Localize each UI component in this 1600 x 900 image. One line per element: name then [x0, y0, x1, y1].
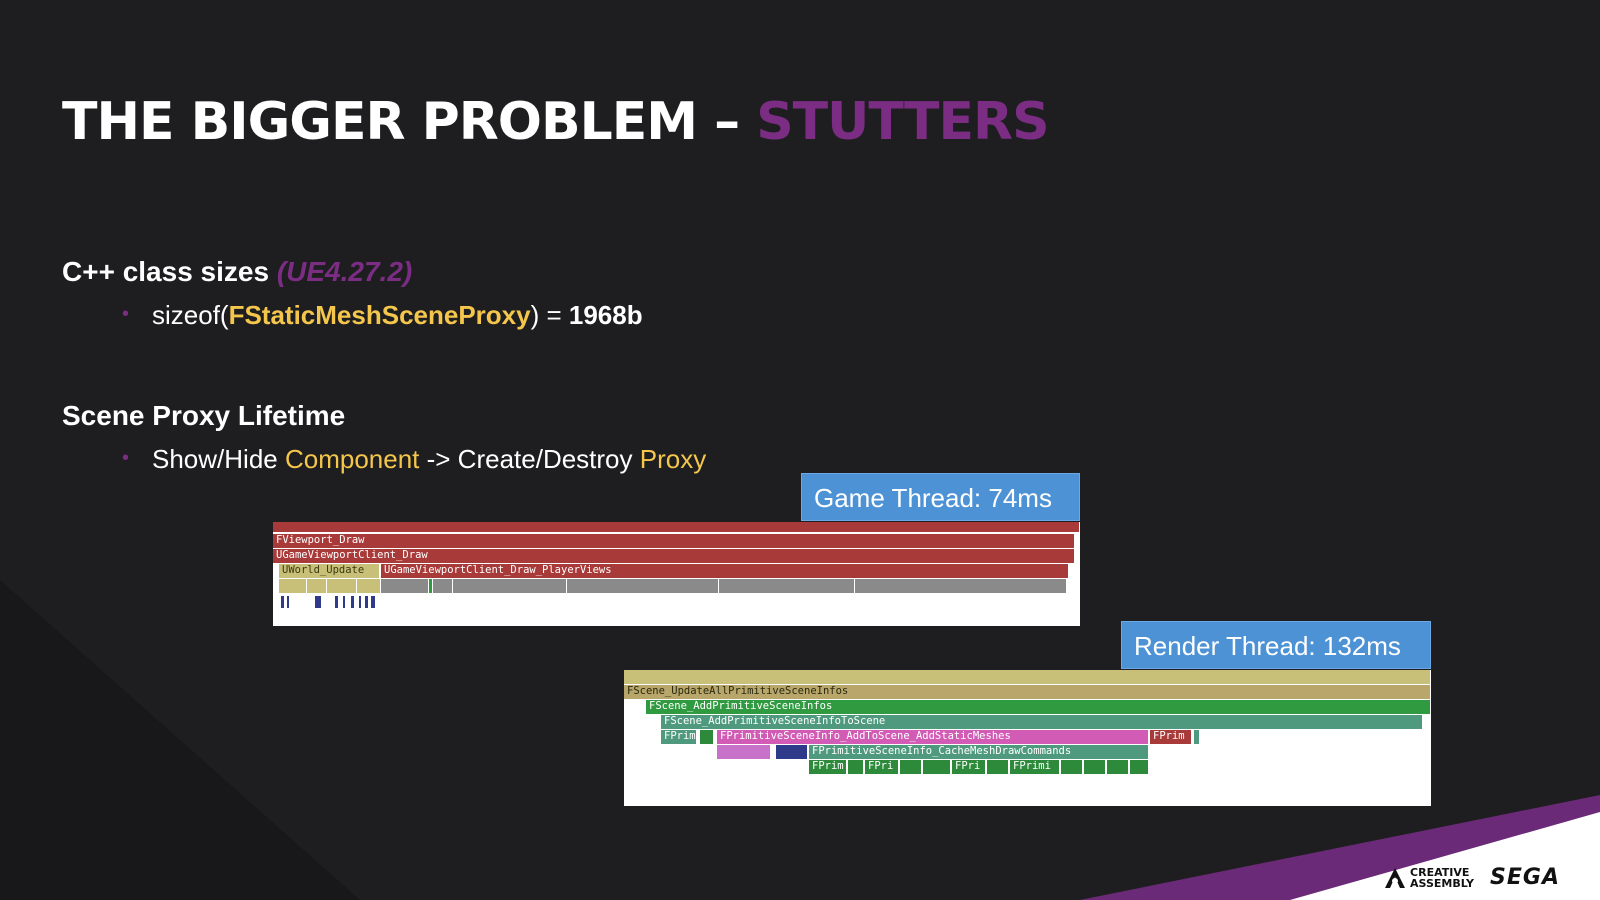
timer-tick [335, 596, 338, 608]
timer-bar [1061, 760, 1083, 774]
lifetime-text-1: Show/Hide [152, 444, 285, 474]
timer-bar [381, 579, 429, 593]
timer-tick [351, 596, 354, 608]
creative-assembly-logo: CREATIVE ASSEMBLY [1384, 867, 1474, 889]
title-main: THE BIGGER PROBLEM – [62, 92, 757, 152]
timer-bar: FScene_AddPrimitiveSceneInfoToScene [661, 715, 1423, 729]
timer-bar [1130, 760, 1149, 774]
timer-bar [923, 760, 951, 774]
timer-tick [315, 596, 321, 608]
class-sizes-label: C++ class sizes [62, 256, 270, 287]
timer-bar: FPrim [1150, 730, 1192, 744]
render-thread-header-bar [624, 670, 1431, 684]
sizeof-bullet: • sizeof(FStaticMeshSceneProxy) = 1968b [122, 300, 643, 331]
timer-bar [1107, 760, 1129, 774]
lifetime-word-proxy: Proxy [639, 444, 707, 474]
timer-tick [281, 596, 284, 608]
timer-bar: UWorld_Update [279, 564, 380, 578]
logos: CREATIVE ASSEMBLY SEGA [1384, 865, 1560, 890]
bullet-icon: • [122, 302, 130, 325]
lifetime-word-component: Component [284, 444, 420, 474]
timer-bar [700, 730, 714, 744]
title-accent: STUTTERS [756, 92, 1049, 152]
timer-bar [453, 579, 567, 593]
class-name: FStaticMeshSceneProxy [228, 300, 531, 330]
timer-bar [279, 579, 307, 593]
timer-bar: FPri [865, 760, 899, 774]
timer-bar: FPrim [809, 760, 847, 774]
timer-bar [987, 760, 1009, 774]
game-thread-badge: Game Thread: 74ms [801, 473, 1080, 521]
timer-bar [433, 579, 453, 593]
timer-bar [307, 579, 327, 593]
timer-bar: UGameViewportClient_Draw_PlayerViews [381, 564, 1069, 578]
timer-bar [1084, 760, 1106, 774]
game-thread-panel: FViewport_Draw UGameViewportClient_Draw … [273, 522, 1080, 626]
class-sizes-heading: C++ class sizes (UE4.27.2) [62, 256, 412, 288]
lifetime-bullet: • Show/Hide Component -> Create/Destroy P… [122, 444, 706, 475]
timer-tick [287, 596, 289, 608]
version-label: (UE4.27.2) [276, 256, 413, 287]
sega-logo: SEGA [1490, 865, 1560, 890]
sizeof-suffix: ) = [530, 300, 569, 330]
timer-bar [1194, 730, 1200, 744]
bullet-icon: • [122, 446, 130, 469]
timer-bar: FPrimitiveSceneInfo_CacheMeshDrawCommand… [809, 745, 1149, 759]
sizeof-prefix: sizeof( [152, 300, 229, 330]
lifetime-text-2: -> Create/Destroy [419, 444, 640, 474]
timer-bar [855, 579, 1067, 593]
lifetime-heading: Scene Proxy Lifetime [62, 400, 346, 431]
timer-bar [717, 745, 771, 759]
render-thread-panel: FScene_UpdateAllPrimitiveSceneInfos FSce… [624, 670, 1431, 806]
timer-tick [371, 596, 375, 608]
timer-bar: FScene_UpdateAllPrimitiveSceneInfos [624, 685, 1431, 699]
timer-bar [357, 579, 381, 593]
timer-tick [365, 596, 368, 608]
timer-bar: FPrim [661, 730, 697, 744]
timer-bar: FPri [952, 760, 986, 774]
timer-tick [343, 596, 345, 608]
timer-bar [567, 579, 719, 593]
timer-bar: UGameViewportClient_Draw [273, 549, 1075, 563]
timer-bar [327, 579, 357, 593]
timer-bar: FScene_AddPrimitiveSceneInfos [646, 700, 1431, 714]
timer-tick [359, 596, 361, 608]
game-thread-header-bar [273, 522, 1080, 532]
timer-bar: FPrimi [1010, 760, 1060, 774]
creative-label: CREATIVE [1410, 865, 1470, 879]
creative-assembly-icon [1385, 867, 1406, 888]
size-value: 1968b [568, 300, 643, 330]
timer-bar: FViewport_Draw [273, 534, 1075, 548]
slide-title: THE BIGGER PROBLEM – STUTTERS [62, 92, 1050, 152]
render-thread-badge: Render Thread: 132ms [1121, 621, 1431, 669]
assembly-label: ASSEMBLY [1410, 876, 1475, 890]
timer-bar: FPrimitiveSceneInfo_AddToScene_AddStatic… [717, 730, 1149, 744]
timer-bar [848, 760, 864, 774]
timer-bar [900, 760, 922, 774]
timer-bar [719, 579, 855, 593]
timer-bar [776, 745, 808, 759]
